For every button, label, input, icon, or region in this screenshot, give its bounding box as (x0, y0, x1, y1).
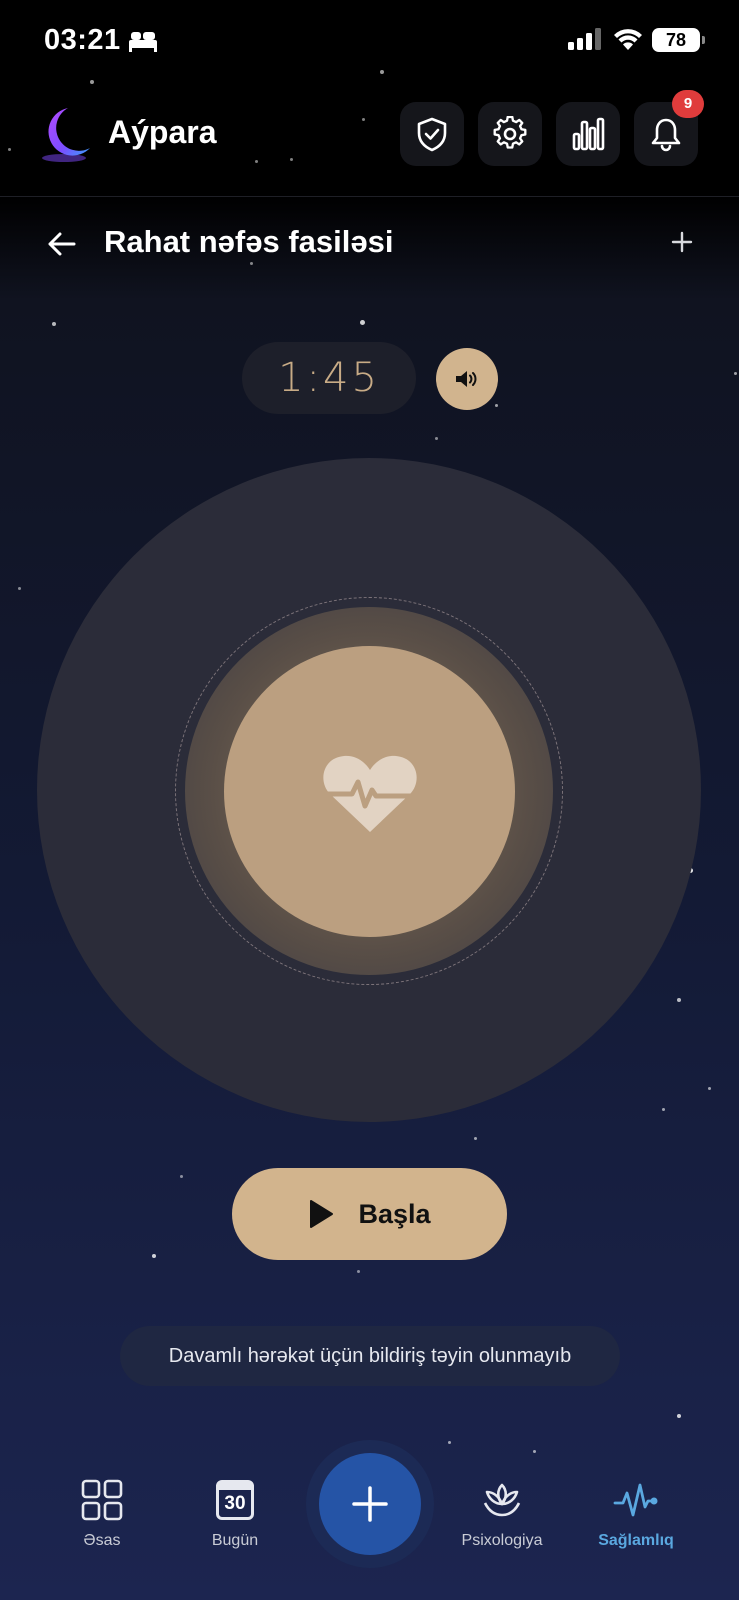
nav-item-esas[interactable]: Əsas (37, 1476, 167, 1550)
pulse-icon (613, 1483, 658, 1517)
calendar-day: 30 (224, 1493, 246, 1514)
start-button[interactable]: Başla (232, 1168, 507, 1260)
status-time: 03:21 (44, 24, 121, 56)
wifi-icon (614, 29, 642, 50)
lotus-icon (483, 1483, 521, 1517)
page-title: Rahat nəfəs fasiləsi (104, 224, 394, 259)
add-button[interactable] (319, 1453, 421, 1555)
bar-chart-icon (572, 117, 605, 151)
nav-item-psixologiya[interactable]: Psixologiya (437, 1476, 567, 1550)
gear-icon (493, 116, 527, 149)
page-header: Rahat nəfəs fasiləsi (0, 218, 739, 270)
notification-badge: 9 (672, 90, 704, 118)
nav-item-bugun[interactable]: 30 Bugün (170, 1476, 300, 1550)
nav-item-saglamliq[interactable]: Sağlamlıq (571, 1476, 701, 1550)
notifications-button[interactable]: 9 (634, 90, 704, 166)
shield-check-icon (417, 117, 447, 152)
sound-toggle-button[interactable] (436, 348, 498, 410)
heart-pulse-icon (319, 755, 420, 832)
back-arrow-icon[interactable] (44, 226, 80, 262)
app-name: Aýpara (108, 114, 217, 150)
settings-button[interactable] (478, 102, 542, 166)
bed-icon (129, 32, 157, 52)
statistics-button[interactable] (556, 102, 620, 166)
battery-indicator: 78 (652, 28, 705, 52)
nav-item-label: Sağlamlıq (598, 1532, 674, 1549)
crescent-moon-logo (42, 108, 90, 162)
notification-status-notice: Davamlı hərəkət üçün bildiriş təyin olun… (120, 1326, 620, 1386)
bottom-navigation: Əsas 30 Bugün Psixologiya Sağlamlıq (0, 1440, 739, 1600)
shield-button[interactable] (400, 102, 464, 166)
timer-display: 1:45 (242, 342, 416, 414)
nav-item-label: Bugün (211, 1532, 259, 1549)
start-button-label: Başla (358, 1198, 431, 1229)
status-bar: 03:21 78 (0, 0, 739, 80)
nav-item-label: Psixologiya (461, 1532, 543, 1549)
grid-icon (81, 1479, 123, 1521)
play-icon (310, 1200, 334, 1228)
plus-icon (352, 1486, 388, 1522)
nav-item-label: Əsas (83, 1532, 121, 1549)
plus-icon[interactable] (668, 228, 696, 256)
bell-icon (651, 118, 681, 152)
calendar-icon: 30 (216, 1480, 254, 1520)
speaker-icon (456, 371, 477, 387)
app-header: Aýpara 9 (0, 90, 739, 170)
breathing-core-circle (224, 646, 515, 937)
cellular-signal-icon (568, 28, 601, 50)
header-divider (0, 196, 739, 197)
